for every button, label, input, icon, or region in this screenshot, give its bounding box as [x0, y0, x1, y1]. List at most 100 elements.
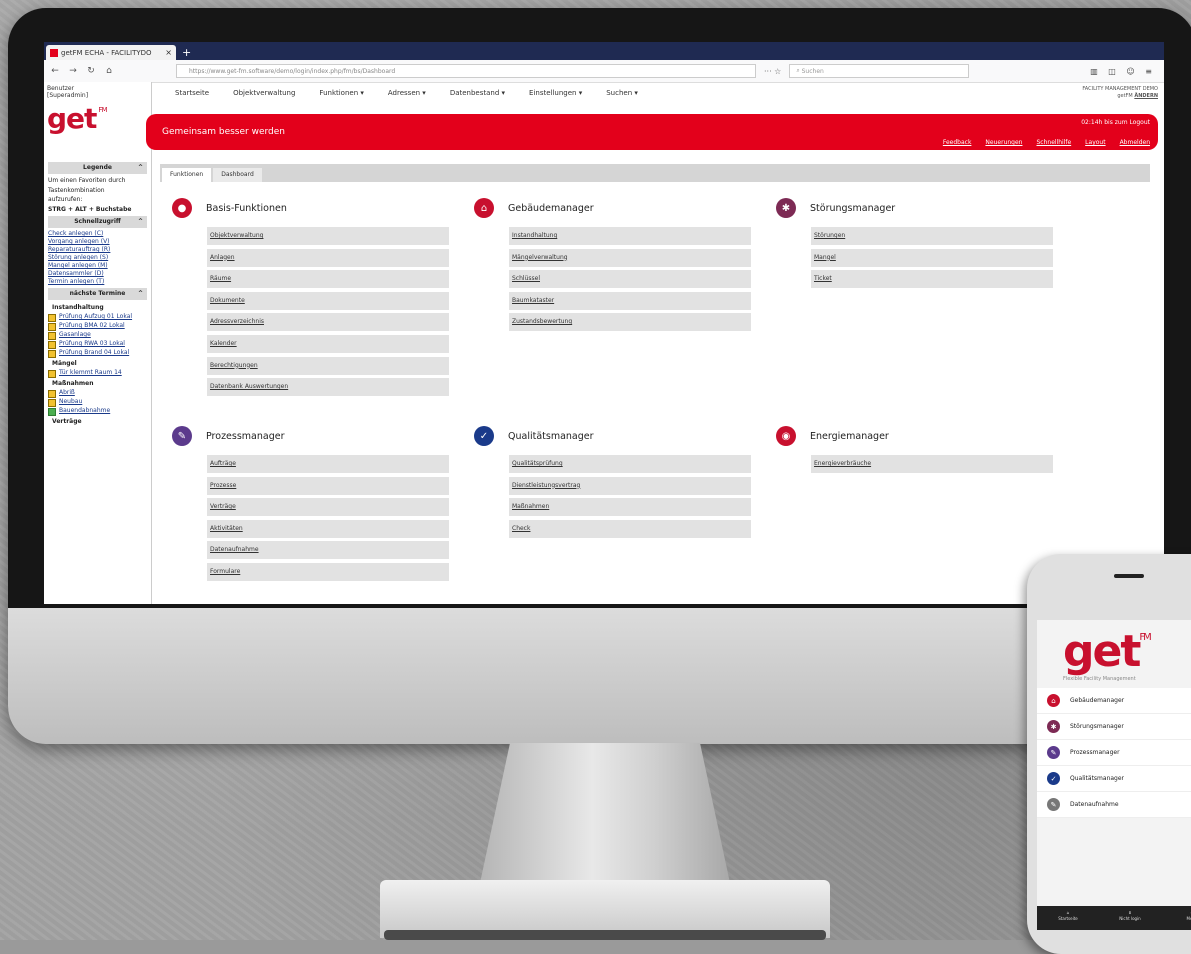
house-icon[interactable]: ⌂: [474, 198, 494, 218]
list-item-label[interactable]: Abriß: [59, 389, 75, 397]
module-link[interactable]: Berechtigungen: [207, 356, 449, 375]
module-link[interactable]: Mängelverwaltung: [509, 248, 751, 267]
module-link[interactable]: Formulare: [207, 562, 449, 581]
module-link[interactable]: Kalender: [207, 334, 449, 353]
list-item[interactable]: Neubau: [44, 398, 151, 407]
module-link[interactable]: Instandhaltung: [509, 227, 751, 245]
module-link[interactable]: Verträge: [207, 498, 449, 517]
tab-functions[interactable]: Funktionen: [162, 168, 212, 182]
list-item-label[interactable]: Prüfung RWA 03 Lokal: [59, 340, 125, 348]
module-link[interactable]: Adressverzeichnis: [207, 313, 449, 332]
menu-item[interactable]: Startseite: [175, 89, 209, 97]
module-link[interactable]: Aktivitäten: [207, 519, 449, 538]
banner-link[interactable]: Abmelden: [1120, 139, 1150, 146]
new-tab-button[interactable]: +: [182, 45, 191, 60]
module-link[interactable]: Zustandsbewertung: [509, 313, 751, 332]
chevron-up-icon[interactable]: ^: [138, 216, 143, 228]
chevron-up-icon[interactable]: ^: [138, 288, 143, 300]
phone-nav-2[interactable]: ≡Menü: [1161, 906, 1191, 930]
forward-icon[interactable]: →: [66, 66, 80, 76]
list-item-label[interactable]: Prüfung BMA 02 Lokal: [59, 322, 125, 330]
browser-search-input[interactable]: ⌕ Suchen: [789, 64, 970, 78]
tenant-change-link[interactable]: ÄNDERN: [1134, 93, 1158, 99]
gear-icon[interactable]: ✱: [776, 198, 796, 218]
list-item[interactable]: Prüfung RWA 03 Lokal: [44, 340, 151, 349]
list-item-label[interactable]: Bauendabnahme: [59, 407, 110, 415]
module-link[interactable]: Dokumente: [207, 291, 449, 310]
list-item[interactable]: Prüfung BMA 02 Lokal: [44, 322, 151, 331]
menu-item[interactable]: Funktionen ▾: [319, 89, 363, 97]
menu-item[interactable]: Suchen ▾: [606, 89, 638, 97]
quick-link[interactable]: Reparaturauftrag (R): [44, 246, 151, 254]
browser-tab[interactable]: getFM ECHA - FACILITYDO ×: [46, 45, 176, 60]
phone-nav-1[interactable]: ⬇ Nicht login: [1099, 906, 1161, 930]
phone-menu-item[interactable]: ✱ Störungsmanager: [1037, 714, 1191, 740]
quick-link[interactable]: Mangel anlegen (M): [44, 262, 151, 270]
module-link[interactable]: Anlagen: [207, 248, 449, 267]
quick-link[interactable]: Termin anlegen (T): [44, 278, 151, 286]
quick-link[interactable]: Check anlegen (C): [44, 230, 151, 238]
module-link[interactable]: Datenaufnahme: [207, 541, 449, 560]
quick-access-header[interactable]: Schnellzugriff ^: [48, 216, 147, 228]
phone-nav-0[interactable]: ⌂ Startseite: [1037, 906, 1099, 930]
bulb-icon[interactable]: ◉: [776, 426, 796, 446]
menu-item[interactable]: Objektverwaltung: [233, 89, 295, 97]
chevron-up-icon[interactable]: ^: [138, 162, 143, 174]
phone-menu-item[interactable]: ⌂ Gebäudemanager: [1037, 688, 1191, 714]
banner-link[interactable]: Neuerungen: [985, 139, 1022, 146]
legend-header[interactable]: Legende ^: [48, 162, 147, 174]
module-link[interactable]: Räume: [207, 270, 449, 289]
quick-link[interactable]: Vorgang anlegen (V): [44, 238, 151, 246]
module-link[interactable]: Dienstleistungsvertrag: [509, 476, 751, 495]
list-item-label[interactable]: Prüfung Aufzug 01 Lokal: [59, 313, 132, 321]
module-link[interactable]: Qualitätsprüfung: [509, 455, 751, 473]
list-item-label[interactable]: Gasanlage: [59, 331, 91, 339]
record-icon[interactable]: ●: [172, 198, 192, 218]
module-items: Energieverbräuche: [811, 455, 1053, 473]
list-item-label[interactable]: Tür klemmt Raum 14: [59, 369, 122, 377]
url-bar[interactable]: https://www.get-fm.software/demo/login/i…: [176, 64, 756, 78]
bookmark-icon[interactable]: ··· ☆: [764, 67, 781, 76]
back-icon[interactable]: ←: [48, 66, 62, 76]
list-item-label[interactable]: Neubau: [59, 398, 82, 406]
module-link[interactable]: Schlüssel: [509, 270, 751, 289]
menu-item[interactable]: Adressen ▾: [388, 89, 426, 97]
pencil-icon[interactable]: ✎: [172, 426, 192, 446]
list-item[interactable]: Abriß: [44, 389, 151, 398]
module-link[interactable]: Check: [509, 519, 751, 538]
module-link[interactable]: Prozesse: [207, 476, 449, 495]
module-link[interactable]: Energieverbräuche: [811, 455, 1053, 473]
list-item[interactable]: Gasanlage: [44, 331, 151, 340]
check-icon[interactable]: ✓: [474, 426, 494, 446]
toolbar-icons[interactable]: ▥ ◫ ☺ ≡: [1090, 67, 1156, 76]
banner-link[interactable]: Layout: [1085, 139, 1105, 146]
list-item[interactable]: Bauendabnahme: [44, 407, 151, 416]
list-item[interactable]: Tür klemmt Raum 14: [44, 369, 151, 378]
getfm-logo[interactable]: get FM: [47, 102, 108, 135]
module-link[interactable]: Aufträge: [207, 455, 449, 473]
menu-item[interactable]: Datenbestand ▾: [450, 89, 505, 97]
tab-dashboard[interactable]: Dashboard: [213, 168, 262, 182]
module-link[interactable]: Störungen: [811, 227, 1053, 245]
quick-link[interactable]: Störung anlegen (S): [44, 254, 151, 262]
menu-item[interactable]: Einstellungen ▾: [529, 89, 582, 97]
module-link[interactable]: Ticket: [811, 270, 1053, 289]
quick-link[interactable]: Datensammler (D): [44, 270, 151, 278]
phone-menu-item[interactable]: ✎ Datenaufnahme: [1037, 792, 1191, 818]
module-link[interactable]: Baumkataster: [509, 291, 751, 310]
module-link[interactable]: Maßnahmen: [509, 498, 751, 517]
module-link[interactable]: Objektverwaltung: [207, 227, 449, 245]
home-icon[interactable]: ⌂: [102, 66, 116, 76]
module-link[interactable]: Mangel: [811, 248, 1053, 267]
list-item-label[interactable]: Prüfung Brand 04 Lokal: [59, 349, 129, 357]
phone-menu-item[interactable]: ✎ Prozessmanager: [1037, 740, 1191, 766]
list-item[interactable]: Prüfung Aufzug 01 Lokal: [44, 313, 151, 322]
phone-menu-item[interactable]: ✓ Qualitätsmanager: [1037, 766, 1191, 792]
list-item[interactable]: Prüfung Brand 04 Lokal: [44, 349, 151, 358]
banner-link[interactable]: Feedback: [943, 139, 972, 146]
module-link[interactable]: Datenbank Auswertungen: [207, 378, 449, 397]
reload-icon[interactable]: ↻: [84, 66, 98, 76]
appointments-header[interactable]: nächste Termine ^: [48, 288, 147, 300]
banner-link[interactable]: Schnellhilfe: [1036, 139, 1071, 146]
close-icon[interactable]: ×: [165, 48, 172, 57]
